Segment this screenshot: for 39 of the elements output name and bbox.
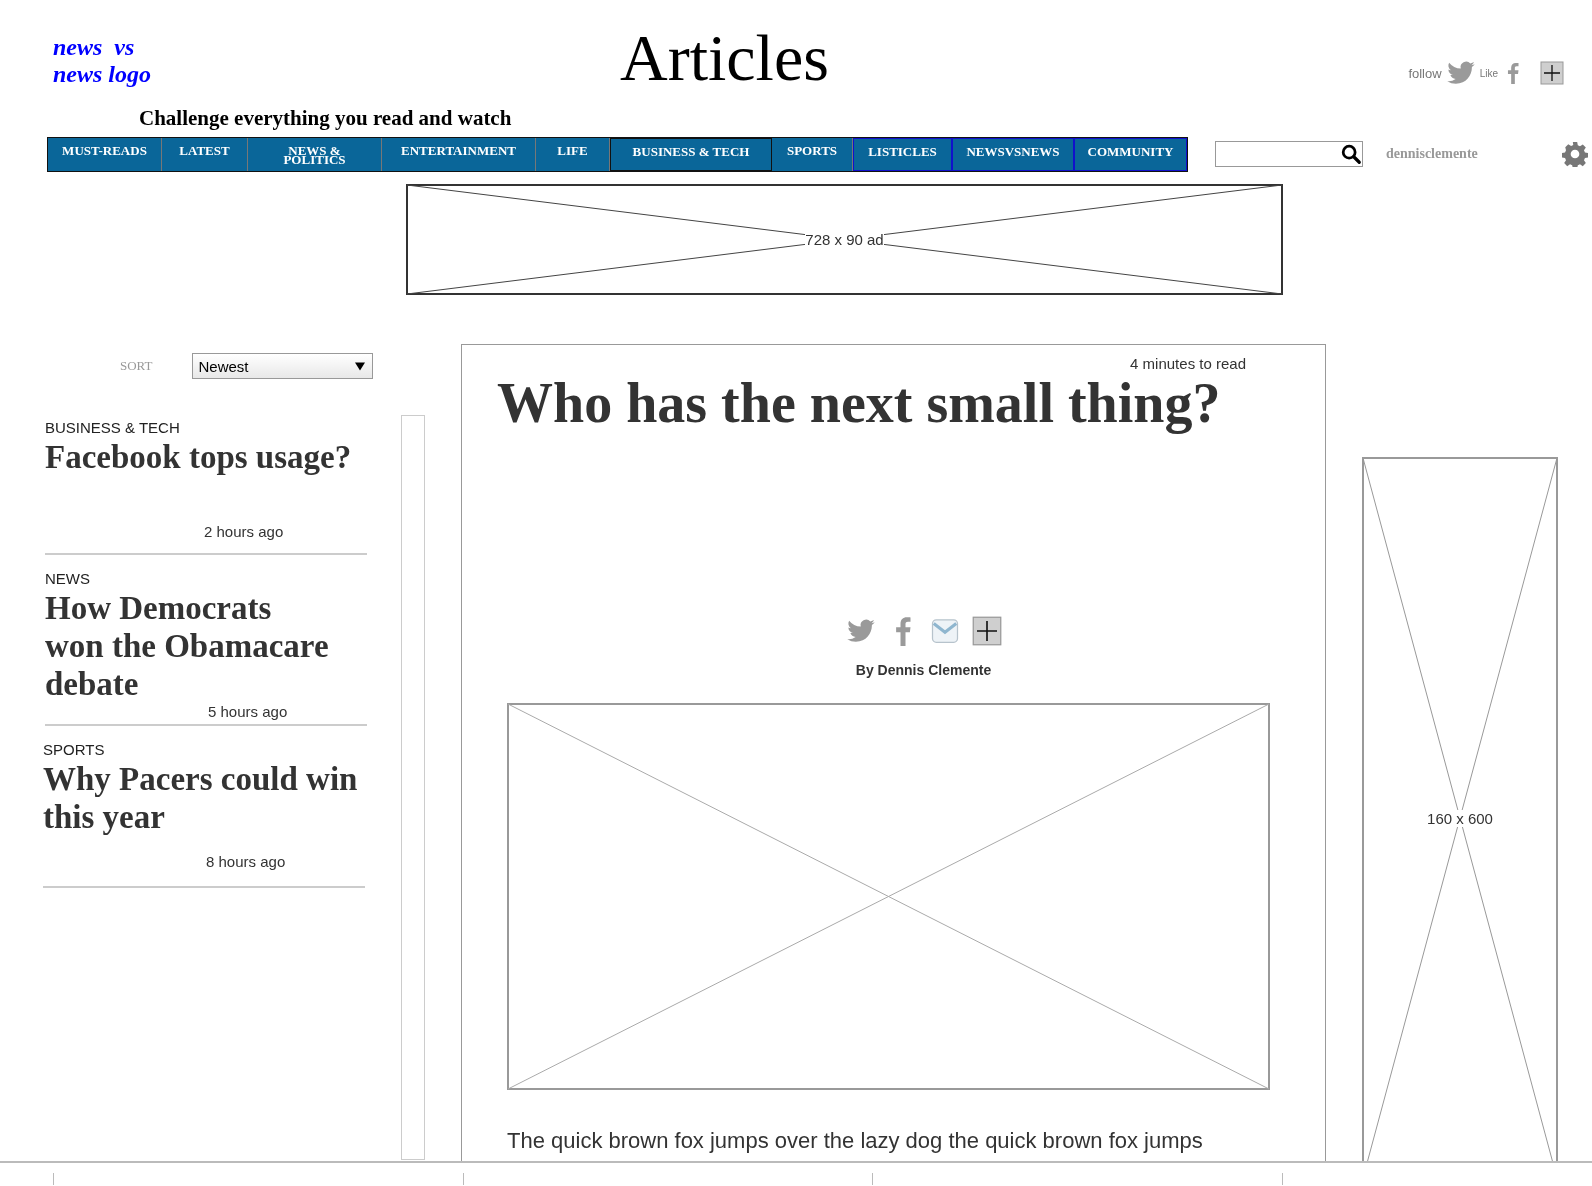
byline: By Dennis Clemente <box>854 662 993 678</box>
article-category: SPORTS <box>43 740 106 760</box>
plus-icon[interactable] <box>972 616 1002 646</box>
article-category: NEWS <box>45 569 91 589</box>
follow-label: follow <box>1408 65 1442 81</box>
scroll-track[interactable] <box>401 415 425 1160</box>
article-headline: Who has the next small thing? <box>497 372 1222 434</box>
search-field[interactable] <box>1215 141 1363 167</box>
nav-link[interactable]: SPORTS <box>772 137 853 171</box>
article-time: 8 hours ago <box>206 853 287 870</box>
nav-link[interactable]: LIFE <box>536 137 610 171</box>
tagline: Challenge everything you read and watch <box>139 106 513 132</box>
article-title-link[interactable]: Why Pacers could win this year <box>43 760 365 836</box>
article-title-link[interactable]: How Democrats won the Obamacare debate <box>45 589 335 703</box>
site-logo[interactable]: news vs news logo <box>53 34 253 88</box>
settings-icon[interactable] <box>1562 141 1588 167</box>
nav-link[interactable]: BUSINESS & TECH <box>610 137 772 171</box>
nav-link[interactable]: COMMUNITY <box>1074 137 1187 171</box>
like-label: Like <box>1479 67 1498 79</box>
article-time: 5 hours ago <box>208 703 289 720</box>
sort-label: SORT <box>120 358 154 374</box>
search-icon[interactable] <box>1340 143 1362 165</box>
body-text: The quick brown fox jumps over the lazy dog the quick brown fox jumps <box>507 1127 1204 1155</box>
ad-size-label: 728 x 90 ad <box>805 231 884 248</box>
plus-icon[interactable] <box>1540 61 1564 85</box>
caret-icon[interactable] <box>354 360 366 372</box>
nav-link[interactable]: NEWSVSNEWS <box>952 137 1074 171</box>
page-title: Articles <box>620 20 829 96</box>
article-category: BUSINESS & TECH <box>45 418 181 438</box>
sort-dropdown[interactable]: Newest <box>191 353 373 379</box>
ad-size-label: 160 x 600 <box>1427 809 1493 827</box>
article-time: 2 hours ago <box>204 523 285 540</box>
nav-link[interactable]: LISTICLES <box>853 137 952 171</box>
article-title-link[interactable]: Facebook tops usage? <box>45 438 367 476</box>
nav-link[interactable]: LATEST <box>162 137 248 171</box>
nav-link[interactable]: ENTERTAINMENT <box>382 137 536 171</box>
nav-link[interactable]: NEWS & POLITICS <box>248 137 382 171</box>
nav-link[interactable]: MUST-READS <box>48 137 162 171</box>
read-time: 4 minutes to read <box>1130 355 1246 372</box>
